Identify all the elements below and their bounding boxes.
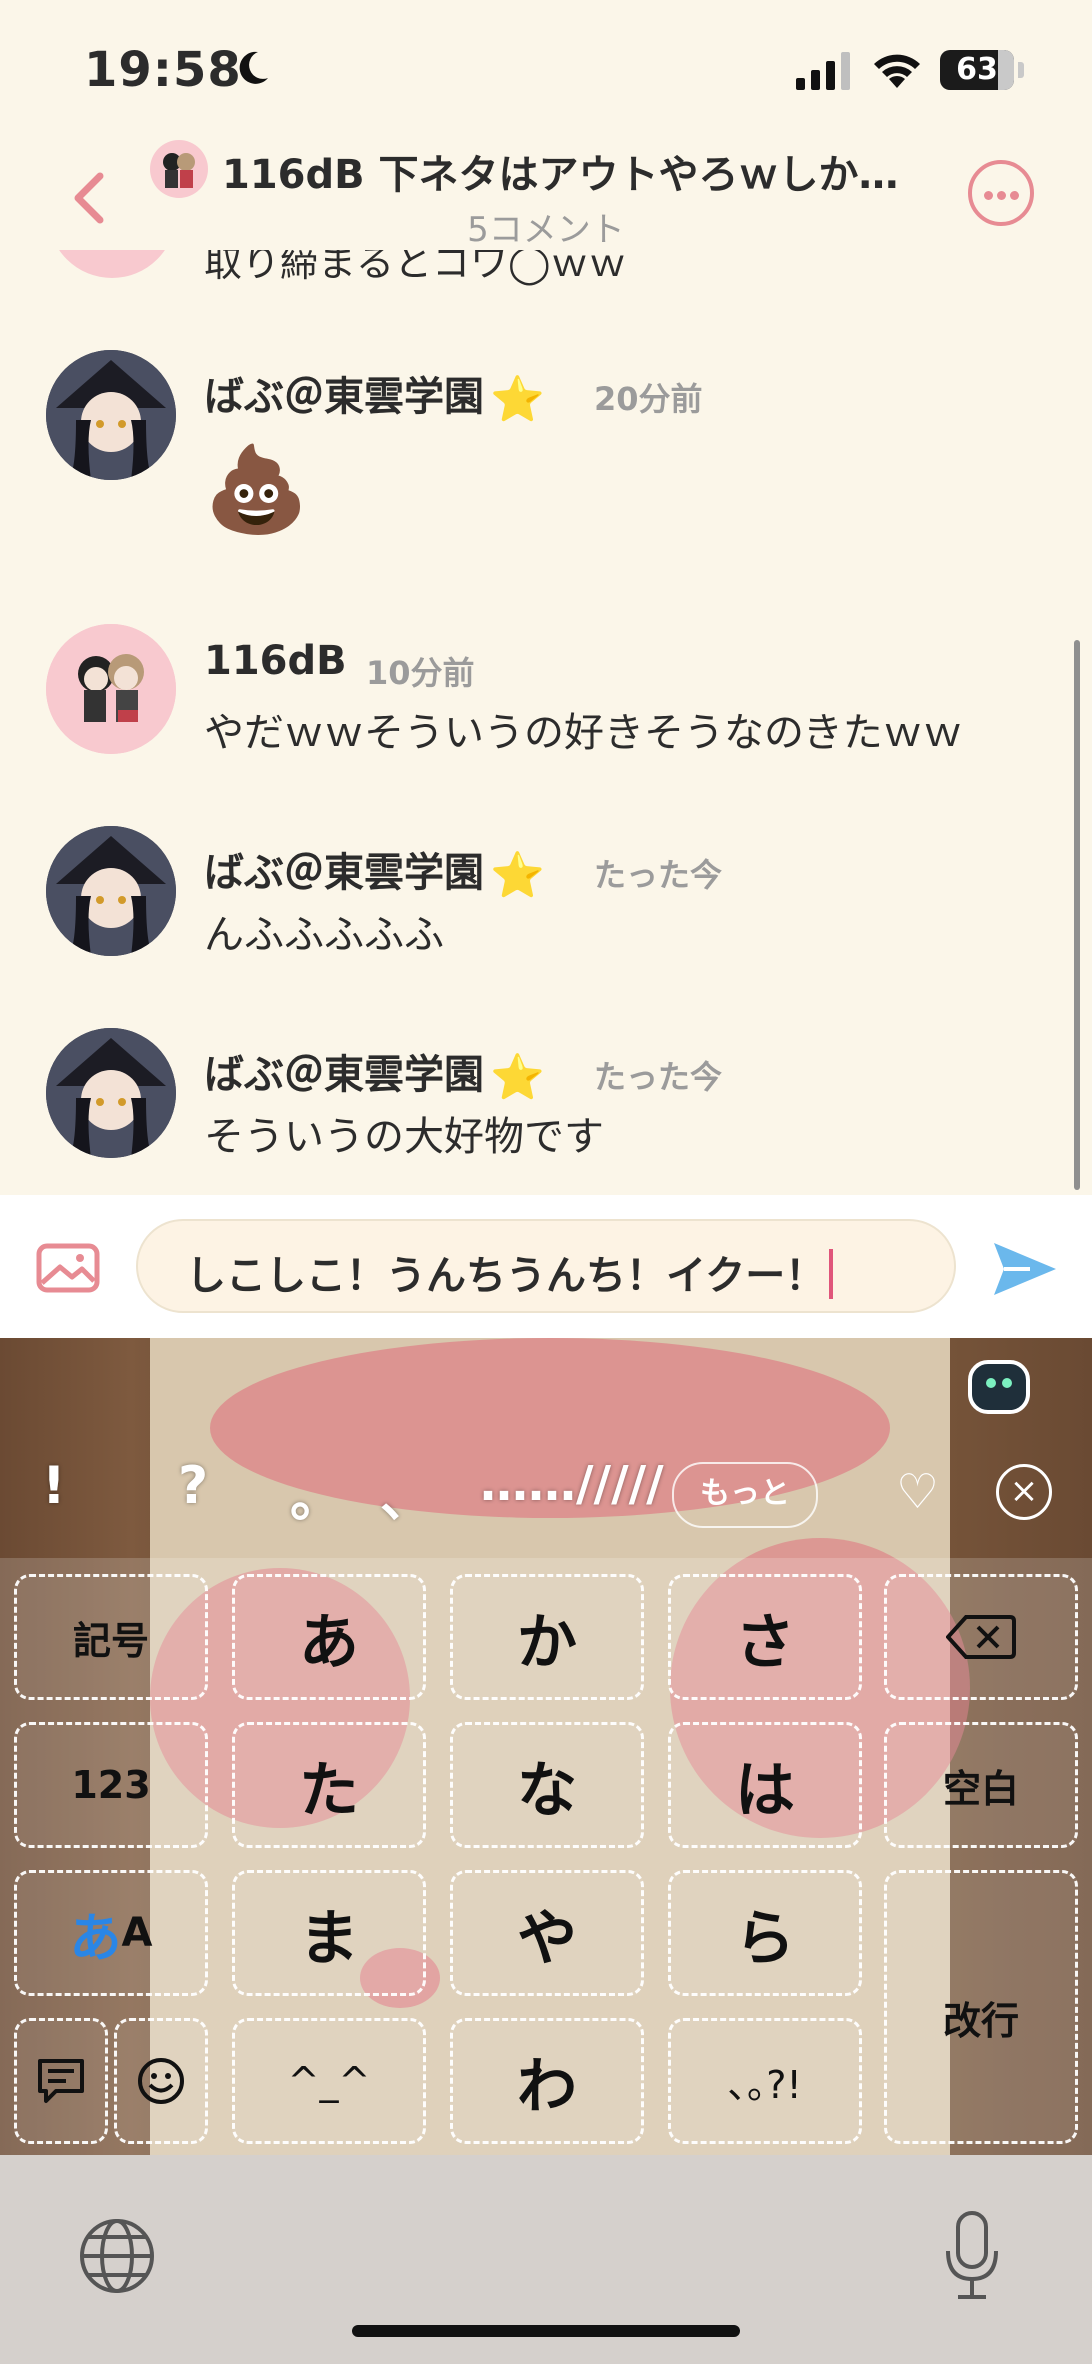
key-backspace[interactable] xyxy=(884,1574,1078,1700)
comment-input[interactable]: しこしこ！うんちうんち！イクー！ xyxy=(136,1219,956,1313)
comment-input-value: しこしこ！うんちうんち！イクー！ xyxy=(186,1253,826,1299)
backspace-icon xyxy=(946,1615,1016,1659)
avatar[interactable] xyxy=(46,826,176,956)
key-enter[interactable]: 改行 xyxy=(884,1870,1078,2144)
input-mode-kana: あ xyxy=(69,1908,122,1969)
candidate-bar: ! ? 。 、 ……///// もっと ♡ × xyxy=(0,1338,1092,1558)
globe-icon[interactable] xyxy=(78,2217,156,2295)
key-ka[interactable]: か xyxy=(450,1574,644,1700)
key-numbers[interactable]: 123 xyxy=(14,1722,208,1848)
smiley-icon xyxy=(138,2058,184,2104)
wifi-icon xyxy=(874,54,920,88)
key-ra[interactable]: ら xyxy=(668,1870,862,1996)
input-mode-alpha: A xyxy=(121,1910,153,1956)
image-attach-icon[interactable] xyxy=(36,1243,100,1293)
key-sa[interactable]: さ xyxy=(668,1574,862,1700)
comment-text: 取り締まるとコワ◯ｗｗ xyxy=(204,250,627,285)
key-comment[interactable] xyxy=(14,2018,108,2144)
comment-input-bar: しこしこ！うんちうんち！イクー！ xyxy=(0,1195,1092,1338)
moon-icon xyxy=(239,51,268,84)
key-input-mode[interactable]: あA xyxy=(14,1870,208,1996)
candidate-item[interactable]: 。 xyxy=(290,1456,342,1531)
keyboard-bottom-bar xyxy=(0,2155,1092,2364)
comment-text: やだｗｗそういうの好きそうなのきたｗｗ xyxy=(204,710,963,756)
avatar[interactable] xyxy=(46,624,176,754)
microphone-icon[interactable] xyxy=(944,2211,1000,2301)
avatar[interactable] xyxy=(46,1028,176,1158)
close-icon[interactable]: × xyxy=(996,1464,1052,1520)
key-punctuation[interactable]: ､｡?! xyxy=(668,2018,862,2144)
candidate-item[interactable]: 、 xyxy=(380,1456,432,1531)
thread-title: 116dB 下ネタはアウトやろｗしか… xyxy=(222,152,899,198)
candidate-item[interactable]: ! xyxy=(42,1456,66,1516)
status-bar: 19:58 63 xyxy=(0,0,1092,140)
key-ma[interactable]: ま xyxy=(232,1870,426,1996)
speech-bubble-icon xyxy=(38,2059,84,2103)
key-ta[interactable]: た xyxy=(232,1722,426,1848)
star-badge-icon: ⭐ xyxy=(490,374,545,425)
star-badge-icon: ⭐ xyxy=(490,1052,545,1103)
comment-list[interactable]: 取り締まるとコワ◯ｗｗ ばぶ＠東雲学園 ⭐ 20分前 💩 116dB 10分前 … xyxy=(0,250,1092,1195)
key-ya[interactable]: や xyxy=(450,1870,644,1996)
comment-time: 10分前 xyxy=(366,654,475,692)
battery-level: 63 xyxy=(956,52,998,87)
more-candidates-button[interactable]: もっと xyxy=(672,1462,818,1528)
battery-indicator: 63 xyxy=(940,50,1014,90)
cellular-signal-icon xyxy=(796,52,850,90)
comment-author[interactable]: ばぶ＠東雲学園 ⭐ xyxy=(204,1042,545,1103)
candidate-item[interactable]: ? xyxy=(178,1456,208,1516)
key-na[interactable]: な xyxy=(450,1722,644,1848)
heart-icon[interactable]: ♡ xyxy=(896,1464,939,1520)
comment-author[interactable]: 116dB xyxy=(204,638,347,684)
key-ha[interactable]: は xyxy=(668,1722,862,1848)
comment-count: 5コメント xyxy=(467,210,625,250)
thread-avatar[interactable] xyxy=(150,140,208,198)
key-emoji[interactable] xyxy=(114,2018,208,2144)
key-symbols[interactable]: 記号 xyxy=(14,1574,208,1700)
key-space[interactable]: 空白 xyxy=(884,1722,1078,1848)
home-indicator[interactable] xyxy=(352,2325,740,2337)
key-a[interactable]: あ xyxy=(232,1574,426,1700)
avatar[interactable] xyxy=(48,250,176,278)
comment-time: 20分前 xyxy=(594,380,703,418)
keyboard: ! ? 。 、 ……///// もっと ♡ × 記号 あ か さ 123 た な… xyxy=(0,1338,1092,2155)
send-button[interactable] xyxy=(990,1239,1060,1299)
comment-text: そういうの大好物です xyxy=(204,1114,604,1160)
comment-time: たった今 xyxy=(594,1058,723,1096)
key-grid: 記号 あ か さ 123 た な は 空白 あA ま や ら 改行 ^_^ わ … xyxy=(0,1558,1092,2155)
comment-time: たった今 xyxy=(594,856,723,894)
comment-text: 💩 xyxy=(204,440,309,538)
thread-header: 116dB 下ネタはアウトやろｗしか… 5コメント xyxy=(0,140,1092,250)
comment-author[interactable]: ばぶ＠東雲学園 ⭐ xyxy=(204,364,545,425)
comment-author[interactable]: ばぶ＠東雲学園 ⭐ xyxy=(204,840,545,901)
avatar[interactable] xyxy=(46,350,176,480)
comment-text: んふふふふふ xyxy=(204,912,444,958)
key-kaomoji[interactable]: ^_^ xyxy=(232,2018,426,2144)
key-wa[interactable]: わ xyxy=(450,2018,644,2144)
clock: 19:58 xyxy=(84,42,242,98)
text-cursor xyxy=(829,1249,834,1299)
star-badge-icon: ⭐ xyxy=(490,850,545,901)
more-options-button[interactable] xyxy=(968,160,1034,226)
scrollbar[interactable] xyxy=(1074,640,1080,1190)
candidate-item[interactable]: ……///// xyxy=(480,1456,664,1512)
